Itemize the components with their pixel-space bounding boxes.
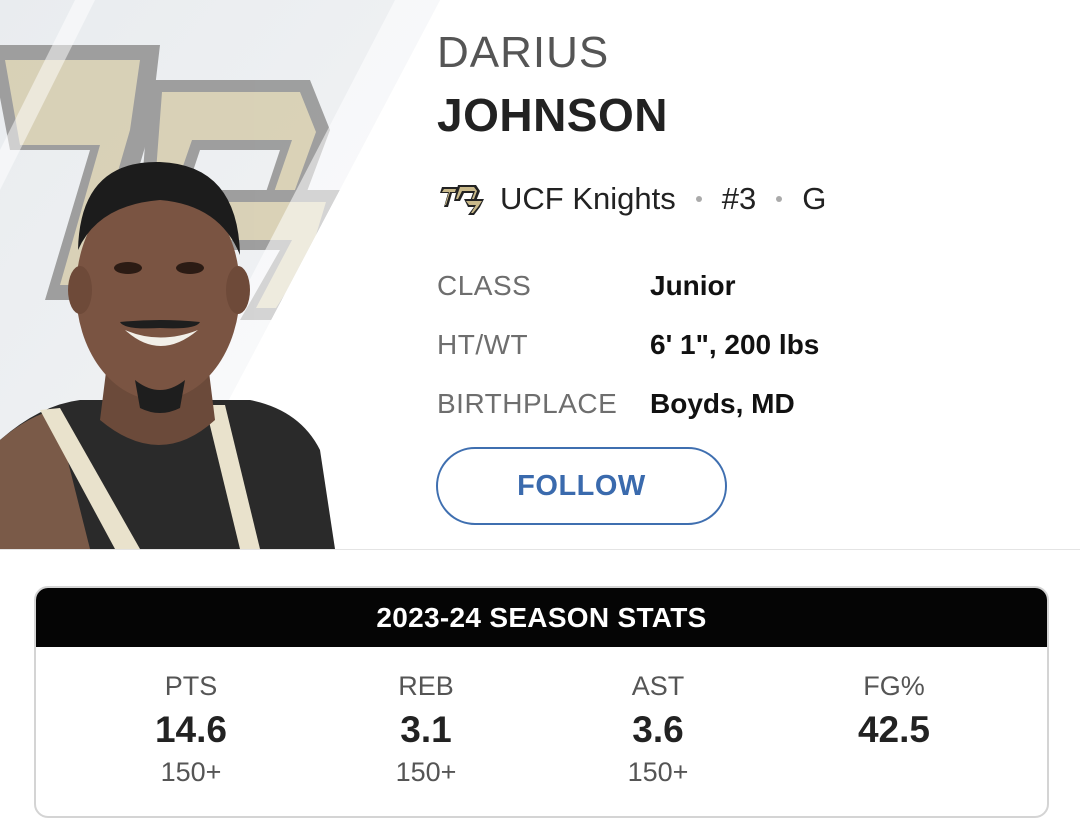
season-stats-title: 2023-24 SEASON STATS — [376, 601, 707, 633]
stat-ast: AST 3.6 150+ — [558, 647, 758, 789]
stat-label: REB — [398, 671, 454, 701]
stat-rank: 150+ — [627, 757, 689, 787]
stat-label: FG% — [863, 671, 925, 701]
ucf-knights-logo-icon[interactable] — [440, 177, 490, 221]
bio-label: CLASS — [437, 269, 532, 301]
bio-row-height-weight: HT/WT 6' 1", 200 lbs — [437, 315, 819, 374]
player-last-name: JOHNSON — [437, 89, 668, 141]
stat-label: AST — [631, 671, 685, 701]
stat-rank: 150+ — [160, 757, 222, 787]
bio-value: Junior — [650, 269, 736, 301]
stat-label: PTS — [164, 671, 218, 701]
jersey-number: #3 — [721, 181, 757, 216]
player-first-name: DARIUS — [437, 28, 610, 77]
player-position: G — [802, 181, 827, 216]
player-photo — [0, 0, 440, 549]
season-stats-header: 2023-24 SEASON STATS — [36, 588, 1047, 647]
bio-value: Boyds, MD — [650, 387, 795, 419]
season-stats-card: 2023-24 SEASON STATS PTS 14.6 150+ REB 3… — [34, 586, 1049, 818]
stat-value: 42.5 — [857, 709, 930, 750]
bio-label: HT/WT — [437, 328, 529, 360]
separator-dot — [776, 196, 783, 202]
season-stats-grid: PTS 14.6 150+ REB 3.1 150+ AST 3.6 150+ … — [36, 647, 1047, 816]
stat-fg-pct: FG% 42.5 — [794, 647, 994, 755]
stat-value: 3.6 — [632, 709, 684, 750]
team-info-row: UCF Knights #3 G — [440, 176, 826, 222]
stat-value: 14.6 — [154, 709, 227, 750]
bio-row-birthplace: BIRTHPLACE Boyds, MD — [437, 374, 819, 433]
stat-reb: REB 3.1 150+ — [326, 647, 526, 789]
stat-pts: PTS 14.6 150+ — [91, 647, 291, 789]
follow-button[interactable]: FOLLOW — [436, 447, 727, 525]
bio-row-class: CLASS Junior — [437, 256, 819, 315]
bio-label: BIRTHPLACE — [437, 387, 618, 419]
bio-value: 6' 1", 200 lbs — [650, 328, 820, 360]
stat-value: 3.1 — [400, 709, 452, 750]
player-bio: CLASS Junior HT/WT 6' 1", 200 lbs BIRTHP… — [437, 256, 819, 433]
team-name-link[interactable]: UCF Knights — [500, 179, 676, 219]
follow-button-label: FOLLOW — [517, 469, 646, 502]
stat-rank: 150+ — [395, 757, 457, 787]
player-header: DARIUS JOHNSON UCF Knights #3 G CLASS Ju… — [0, 0, 1080, 550]
divider — [0, 549, 1080, 550]
separator-dot — [695, 196, 702, 202]
